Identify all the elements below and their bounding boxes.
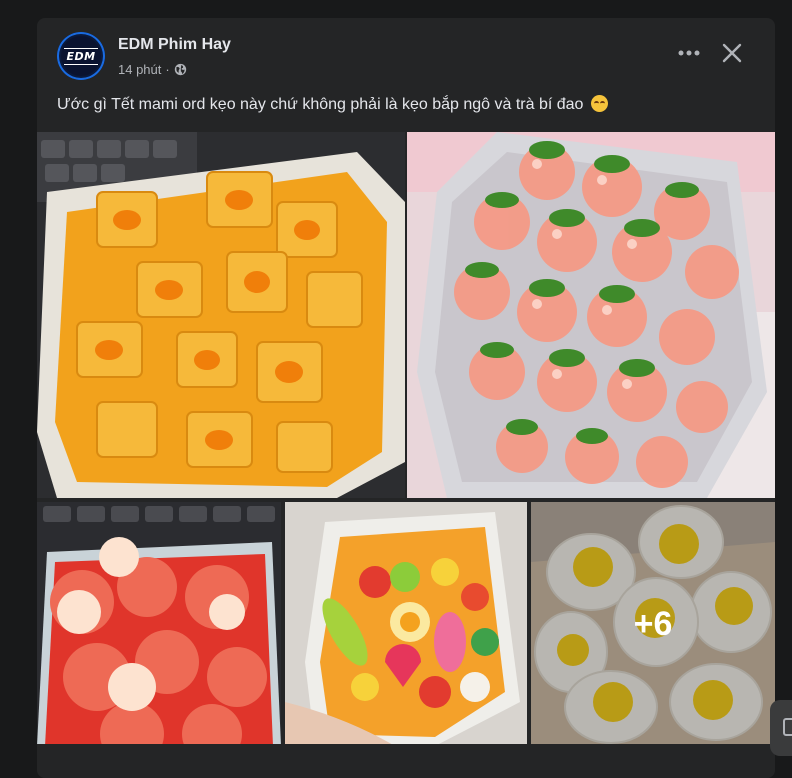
photo-tile-1[interactable] — [37, 132, 405, 498]
strawberry-gummies-photo — [407, 132, 775, 498]
lychee-jelly-photo — [37, 502, 281, 746]
caption-text: Ước gì Tết mami ord kẹo này chứ không ph… — [57, 96, 584, 113]
post-footer — [37, 744, 775, 778]
avatar[interactable]: EDM — [57, 32, 105, 80]
corn-candy-photo — [37, 132, 405, 498]
post-time[interactable]: 14 phút — [118, 62, 161, 77]
more-photos-count: +6 — [633, 604, 673, 643]
photo-tile-3[interactable] — [37, 502, 281, 746]
globe-icon[interactable] — [174, 63, 187, 76]
post-caption: Ước gì Tết mami ord kẹo này chứ không ph… — [57, 94, 757, 116]
meta-separator: · — [165, 62, 170, 77]
photo-tile-2[interactable] — [407, 132, 775, 498]
close-icon — [722, 43, 742, 63]
more-photos-overlay[interactable]: +6 — [531, 502, 775, 746]
photo-tile-4[interactable] — [285, 502, 527, 746]
more-horizontal-icon — [678, 50, 700, 56]
post-meta: 14 phút · — [118, 62, 187, 77]
post-header: EDM EDM Phim Hay 14 phút · — [37, 18, 775, 88]
post-card: EDM EDM Phim Hay 14 phút · Ước gì Tết ma… — [37, 18, 775, 778]
photo-tile-5[interactable]: +6 — [531, 502, 775, 746]
mixed-gummies-photo — [285, 502, 527, 746]
more-options-button[interactable] — [671, 38, 707, 68]
side-scroll-button[interactable] — [770, 700, 792, 756]
relieved-face-emoji — [590, 95, 608, 112]
close-button[interactable] — [717, 38, 747, 68]
avatar-logo-text: EDM — [64, 47, 98, 65]
author-name[interactable]: EDM Phim Hay — [118, 36, 231, 54]
